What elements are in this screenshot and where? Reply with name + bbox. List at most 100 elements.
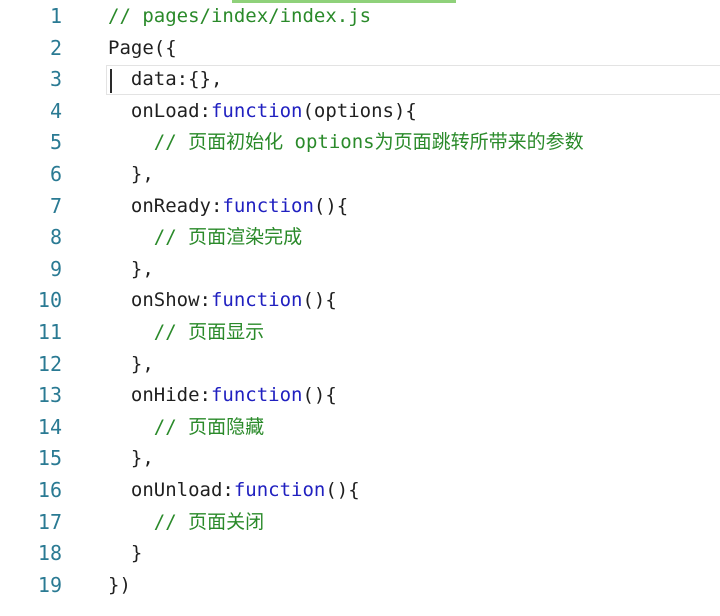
code-line[interactable]: 1 // pages/index/index.js <box>0 1 720 33</box>
line-number: 10 <box>37 288 62 313</box>
code-token: (){ <box>325 478 360 501</box>
code-comment: // 页面隐藏 <box>153 415 265 438</box>
code-text[interactable]: Page({ <box>108 33 177 65</box>
code-text[interactable]: }, <box>108 443 154 475</box>
code-token: (){ <box>313 194 349 217</box>
code-token: (options){ <box>302 99 417 122</box>
line-number: 3 <box>49 67 62 92</box>
line-number: 13 <box>37 383 62 408</box>
code-keyword: function <box>210 99 303 122</box>
line-number: 7 <box>49 193 62 218</box>
code-text[interactable]: }, <box>108 159 154 191</box>
code-line[interactable]: 18 } <box>0 538 720 570</box>
code-line[interactable]: 11 // 页面显示 <box>0 317 720 349</box>
code-line[interactable]: 9 }, <box>0 254 720 286</box>
code-token: data:{}, <box>130 68 223 91</box>
line-number: 9 <box>49 256 62 281</box>
code-text[interactable]: // 页面渲染完成 <box>108 222 302 254</box>
code-text[interactable]: data:{}, <box>108 64 223 96</box>
code-token: }) <box>108 573 131 596</box>
code-text[interactable]: }, <box>108 254 154 286</box>
code-line[interactable]: 19}) <box>0 570 720 602</box>
code-comment: // 页面初始化 options为页面跳转所带来的参数 <box>153 131 584 154</box>
code-text[interactable]: // 页面隐藏 <box>108 412 264 444</box>
code-token: Page({ <box>108 36 177 59</box>
line-number: 8 <box>49 225 62 250</box>
code-text[interactable]: // 页面初始化 options为页面跳转所带来的参数 <box>108 127 584 159</box>
code-comment: // pages/index/index.js <box>108 5 372 27</box>
line-number: 2 <box>49 35 62 60</box>
code-line[interactable]: 13 onHide:function(){ <box>0 380 720 412</box>
code-token: } <box>130 542 143 565</box>
code-editor[interactable]: 1 // pages/index/index.js 2 Page({ 3 data:{}… <box>0 0 720 616</box>
code-line[interactable]: 5 // 页面初始化 options为页面跳转所带来的参数 <box>0 127 720 159</box>
line-number: 6 <box>49 161 62 186</box>
code-text[interactable]: onHide:function(){ <box>108 380 337 412</box>
code-line[interactable]: 4 onLoad:function(options){ <box>0 96 720 128</box>
line-number: 11 <box>37 319 62 344</box>
code-text[interactable]: // 页面关闭 <box>108 507 264 539</box>
code-token: }, <box>130 352 154 375</box>
code-text[interactable]: onLoad:function(options){ <box>108 96 417 128</box>
code-line[interactable]: 8 // 页面渲染完成 <box>0 222 720 254</box>
code-token: onReady: <box>130 194 223 217</box>
code-keyword: function <box>210 384 303 407</box>
text-cursor <box>110 69 112 93</box>
code-text[interactable]: onReady:function(){ <box>108 191 348 223</box>
code-token: }, <box>130 162 154 185</box>
code-line[interactable]: 16 onUnload:function(){ <box>0 475 720 507</box>
code-token: (){ <box>302 289 337 312</box>
code-text[interactable]: // pages/index/index.js <box>108 1 371 33</box>
code-text[interactable]: // 页面显示 <box>108 317 264 349</box>
code-line[interactable]: 6 }, <box>0 159 720 191</box>
code-keyword: function <box>210 289 303 312</box>
code-keyword: function <box>222 194 314 217</box>
code-line[interactable]: 14 // 页面隐藏 <box>0 412 720 444</box>
code-line[interactable]: 10 onShow:function(){ <box>0 285 720 317</box>
line-number: 4 <box>49 98 62 123</box>
code-token: }, <box>130 447 154 470</box>
code-token: onShow: <box>130 289 211 312</box>
code-line[interactable]: 15 }, <box>0 443 720 475</box>
line-number: 15 <box>37 446 62 471</box>
code-lines[interactable]: 1 // pages/index/index.js 2 Page({ 3 data:{}… <box>0 0 720 601</box>
code-token: }, <box>130 257 154 280</box>
code-line[interactable]: 12 }, <box>0 349 720 381</box>
code-token: (){ <box>302 384 337 407</box>
code-text[interactable]: onShow:function(){ <box>108 285 337 317</box>
code-text[interactable]: }) <box>108 570 131 602</box>
code-token: onLoad: <box>130 99 211 122</box>
line-number: 19 <box>37 572 62 597</box>
code-comment: // 页面显示 <box>153 320 265 343</box>
line-number: 16 <box>37 477 62 502</box>
code-line[interactable]: 3 data:{}, <box>0 64 720 96</box>
line-number: 14 <box>37 414 62 439</box>
code-text[interactable]: onUnload:function(){ <box>108 475 360 507</box>
code-line[interactable]: 17 // 页面关闭 <box>0 507 720 539</box>
code-text[interactable]: }, <box>108 349 154 381</box>
line-number: 12 <box>37 351 62 376</box>
code-line[interactable]: 7 onReady:function(){ <box>0 191 720 223</box>
line-number: 18 <box>37 541 62 566</box>
code-comment: // 页面渲染完成 <box>153 226 303 249</box>
code-token: onUnload: <box>130 478 234 501</box>
code-text[interactable]: } <box>108 538 142 570</box>
code-comment: // 页面关闭 <box>153 510 265 533</box>
line-number: 1 <box>49 4 62 28</box>
code-keyword: function <box>233 478 326 501</box>
code-line[interactable]: 2 Page({ <box>0 33 720 65</box>
